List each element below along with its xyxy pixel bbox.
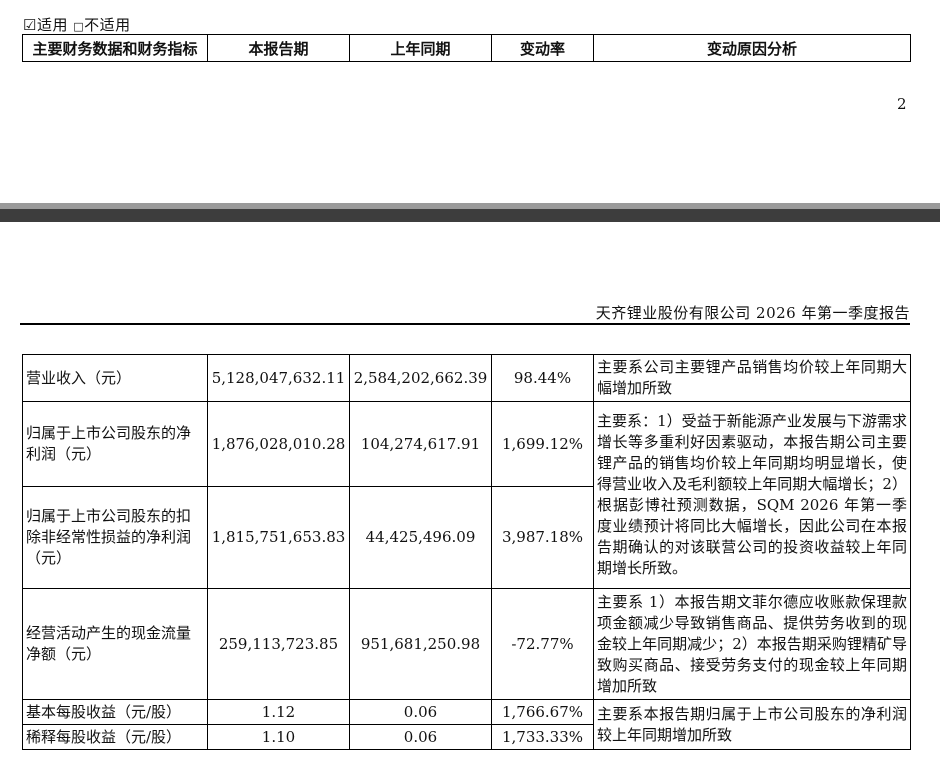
header-row: 主要财务数据和财务指标 本报告期 上年同期 变动率 变动原因分析: [22, 34, 911, 62]
current-value: 1.12: [207, 699, 350, 725]
change-reason: 主要系本报告期归属于上市公司股东的净利润较上年同期增加所致: [593, 699, 911, 750]
change-reason: 主要系：1）受益于新能源产业发展与下游需求增长等多重利好因素驱动，本报告期公司主…: [593, 401, 911, 589]
table-row: 经营活动产生的现金流量净额（元） 259,113,723.85 951,681,…: [22, 588, 911, 700]
prior-value: 44,425,496.09: [349, 486, 492, 589]
applicable-checkbox-icon: ☑: [23, 16, 37, 34]
row-label: 归属于上市公司股东的扣除非经常性损益的净利润（元）: [22, 486, 208, 589]
header-current-period: 本报告期: [207, 34, 350, 62]
applicable-label: 适用: [36, 16, 68, 34]
change-rate: 1,766.67%: [491, 699, 594, 725]
not-applicable-label: 不适用: [84, 16, 131, 34]
current-value: 5,128,047,632.11: [207, 354, 350, 402]
not-applicable-checkbox-icon: □: [73, 20, 85, 33]
row-label: 经营活动产生的现金流量净额（元）: [22, 588, 208, 700]
row-label: 基本每股收益（元/股）: [22, 699, 208, 725]
change-rate: -72.77%: [491, 588, 594, 700]
page-number: 2: [897, 95, 907, 113]
prior-value: 0.06: [349, 724, 492, 750]
header-prior-period: 上年同期: [349, 34, 492, 62]
prior-value: 0.06: [349, 699, 492, 725]
table-row: 归属于上市公司股东的净利润（元） 1,876,028,010.28 104,27…: [22, 401, 911, 589]
table-row: 基本每股收益（元/股） 1.12 0.06 1,766.67% 主要系本报告期归…: [22, 699, 911, 750]
current-value: 1,815,751,653.83: [207, 486, 350, 589]
current-value: 259,113,723.85: [207, 588, 350, 700]
change-rate: 3,987.18%: [491, 486, 594, 589]
change-rate: 1,699.12%: [491, 401, 594, 487]
table-row: 营业收入（元） 5,128,047,632.11 2,584,202,662.3…: [22, 354, 911, 402]
header-indicator: 主要财务数据和财务指标: [22, 34, 208, 62]
report-title: 天齐锂业股份有限公司 2026 年第一季度报告: [595, 304, 910, 322]
change-rate: 1,733.33%: [491, 724, 594, 750]
current-value: 1.10: [207, 724, 350, 750]
header-change-rate: 变动率: [491, 34, 594, 62]
change-rate: 98.44%: [491, 354, 594, 402]
prior-value: 2,584,202,662.39: [349, 354, 492, 402]
title-rule: [20, 323, 910, 325]
change-reason: 主要系公司主要锂产品销售均价较上年同期大幅增加所致: [593, 354, 911, 402]
change-reason: 主要系 1）本报告期文菲尔德应收账款保理款项金额减少导致销售商品、提供劳务收到的…: [593, 588, 911, 700]
header-table: 主要财务数据和财务指标 本报告期 上年同期 变动率 变动原因分析: [22, 34, 911, 62]
row-label: 营业收入（元）: [22, 354, 208, 402]
prior-value: 104,274,617.91: [349, 401, 492, 487]
page-separator: [0, 209, 940, 222]
financial-data-table: 营业收入（元） 5,128,047,632.11 2,584,202,662.3…: [22, 354, 911, 750]
prior-value: 951,681,250.98: [349, 588, 492, 700]
row-label: 稀释每股收益（元/股）: [22, 724, 208, 750]
applicability-options: ☑适用 □不适用: [23, 14, 131, 35]
current-value: 1,876,028,010.28: [207, 401, 350, 487]
row-label: 归属于上市公司股东的净利润（元）: [22, 401, 208, 487]
header-reason-analysis: 变动原因分析: [593, 34, 911, 62]
